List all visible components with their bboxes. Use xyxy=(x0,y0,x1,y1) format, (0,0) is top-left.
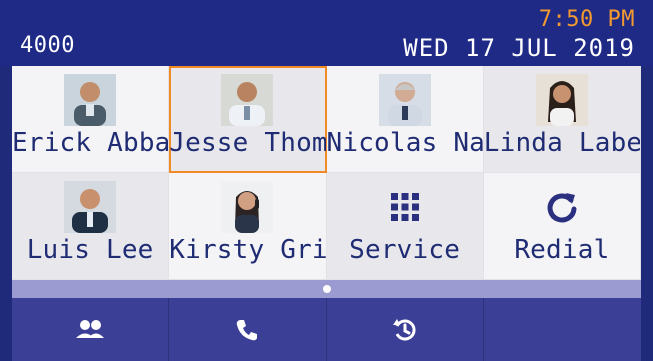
contact-name: Erick Abbas xyxy=(12,128,168,158)
clock-date: WED 17 JUL 2019 xyxy=(403,34,635,62)
phone-button[interactable] xyxy=(169,298,327,361)
contact-name: Luis Lee xyxy=(26,235,154,265)
keypad-grid-icon xyxy=(390,193,419,221)
avatar xyxy=(535,74,588,126)
avatar xyxy=(64,74,117,126)
empty-softkey[interactable] xyxy=(484,298,641,361)
contact-key-linda[interactable]: Linda Labe xyxy=(483,66,641,173)
contacts-icon xyxy=(76,319,105,338)
contact-name: Kirsty Grim xyxy=(169,235,325,265)
clock-time: 7:50 PM xyxy=(538,7,635,32)
contact-key-nicolas[interactable]: Nicolas Nas xyxy=(326,66,484,173)
contact-key-jesse[interactable]: Jesse Thomas xyxy=(169,66,327,173)
service-key[interactable]: Service xyxy=(326,173,484,280)
redial-key[interactable]: Redial xyxy=(483,173,641,280)
service-label: Service xyxy=(349,235,461,265)
phone-screen: 4000 7:50 PM WED 17 JUL 2019 Erick Abbas… xyxy=(0,0,653,361)
avatar xyxy=(221,74,274,126)
history-button[interactable] xyxy=(327,298,484,361)
page-dot xyxy=(322,285,331,293)
contact-name: Nicolas Nas xyxy=(326,128,483,158)
history-icon xyxy=(392,318,416,340)
redial-icon xyxy=(547,193,577,223)
redial-label: Redial xyxy=(514,235,610,265)
speed-dial-grid: Erick Abbas Jesse Thomas Nicolas Nas xyxy=(12,66,641,280)
contact-key-erick[interactable]: Erick Abbas xyxy=(12,66,170,173)
phone-icon xyxy=(237,319,258,340)
avatar xyxy=(378,74,431,126)
contacts-button[interactable] xyxy=(12,298,170,361)
extension-number: 4000 xyxy=(20,33,75,58)
avatar xyxy=(64,181,117,233)
contact-name: Jesse Thomas xyxy=(169,128,325,158)
contact-key-luis[interactable]: Luis Lee xyxy=(12,173,170,280)
contact-name: Linda Labe xyxy=(483,128,640,158)
status-header: 4000 7:50 PM WED 17 JUL 2019 xyxy=(0,0,653,66)
page-indicator xyxy=(12,280,641,298)
contact-key-kirsty[interactable]: Kirsty Grim xyxy=(169,173,327,280)
avatar xyxy=(221,181,274,233)
bottom-softkey-bar xyxy=(12,298,641,361)
